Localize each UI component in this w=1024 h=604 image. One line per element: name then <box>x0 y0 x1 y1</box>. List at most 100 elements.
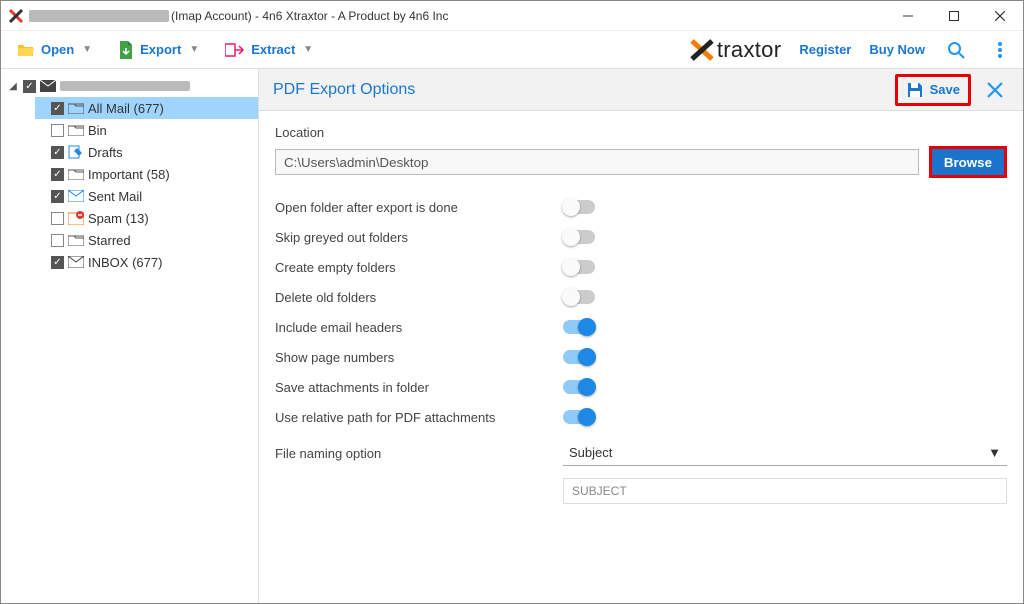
tree-item-label: Important (58) <box>88 167 170 182</box>
mail-icon <box>40 80 56 92</box>
toggle[interactable] <box>563 350 595 364</box>
folder-icon <box>68 102 84 114</box>
sent-icon <box>68 190 84 202</box>
toggle[interactable] <box>563 320 595 334</box>
tree-account-row[interactable]: ◢ ✓ <box>3 75 258 97</box>
window-title: (Imap Account) - 4n6 Xtraxtor - A Produc… <box>171 9 448 23</box>
tree-item-label: INBOX (677) <box>88 255 162 270</box>
panel-header: PDF Export Options Save <box>259 69 1023 111</box>
file-naming-select[interactable]: Subject ▼ <box>563 440 1007 466</box>
file-naming-value: Subject <box>569 445 612 460</box>
caret-down-icon: ▼ <box>988 445 1001 460</box>
tree-item[interactable]: Spam (13) <box>35 207 258 229</box>
option-label: Create empty folders <box>275 260 563 275</box>
tree-item-label: Sent Mail <box>88 189 142 204</box>
toggle[interactable] <box>563 230 595 244</box>
tree-item[interactable]: ✓ Drafts <box>35 141 258 163</box>
maximize-button[interactable] <box>931 1 977 31</box>
option-label: Show page numbers <box>275 350 563 365</box>
panel-close-button[interactable] <box>981 76 1009 104</box>
toggle[interactable] <box>563 260 595 274</box>
export-menu[interactable]: Export ▼ <box>112 37 205 63</box>
checkbox[interactable] <box>51 212 64 225</box>
checkbox[interactable]: ✓ <box>51 146 64 159</box>
folder-icon <box>68 124 84 136</box>
caret-down-icon: ▼ <box>82 44 92 55</box>
option-label: Open folder after export is done <box>275 200 563 215</box>
tree-item-label: All Mail (677) <box>88 101 164 116</box>
folder-tree: ◢ ✓ ✓ All Mail (677) Bin ✓ Drafts ✓ Important … <box>1 69 259 603</box>
checkbox[interactable] <box>51 234 64 247</box>
more-button[interactable] <box>987 37 1013 63</box>
file-naming-preview: SUBJECT <box>563 478 1007 504</box>
option-label: Save attachments in folder <box>275 380 563 395</box>
save-label: Save <box>930 82 960 97</box>
tree-item[interactable]: ✓ All Mail (677) <box>35 97 258 119</box>
option-label: Skip greyed out folders <box>275 230 563 245</box>
settings-panel: Location Browse Open folder after export… <box>259 111 1023 516</box>
tree-item[interactable]: ✓ Important (58) <box>35 163 258 185</box>
brand-text: traxtor <box>717 37 781 63</box>
tree-item[interactable]: ✓ Sent Mail <box>35 185 258 207</box>
buy-now-link[interactable]: Buy Now <box>869 42 925 57</box>
option-row: Use relative path for PDF attachments <box>275 402 1007 432</box>
checkbox[interactable] <box>51 124 64 137</box>
location-input[interactable] <box>275 149 919 175</box>
caret-down-icon: ▼ <box>189 44 199 55</box>
toggle[interactable] <box>563 200 595 214</box>
draft-icon <box>68 145 84 159</box>
location-label: Location <box>275 125 1007 140</box>
checkbox[interactable]: ✓ <box>51 190 64 203</box>
option-row: Skip greyed out folders <box>275 222 1007 252</box>
toggle[interactable] <box>563 380 595 394</box>
option-row: Show page numbers <box>275 342 1007 372</box>
tree-item-label: Bin <box>88 123 107 138</box>
close-window-button[interactable] <box>977 1 1023 31</box>
option-row: Open folder after export is done <box>275 192 1007 222</box>
brand-logo: traxtor <box>690 37 781 63</box>
export-file-icon <box>118 41 134 59</box>
option-row: Include email headers <box>275 312 1007 342</box>
save-icon <box>906 81 924 99</box>
option-label: Delete old folders <box>275 290 563 305</box>
option-row: Create empty folders <box>275 252 1007 282</box>
checkbox[interactable]: ✓ <box>51 102 64 115</box>
extract-label: Extract <box>251 42 295 57</box>
panel-title: PDF Export Options <box>273 81 415 99</box>
open-menu[interactable]: Open ▼ <box>11 38 98 62</box>
export-label: Export <box>140 42 181 57</box>
option-label: Use relative path for PDF attachments <box>275 410 563 425</box>
folder-icon <box>68 168 84 180</box>
checkbox[interactable]: ✓ <box>23 80 36 93</box>
open-label: Open <box>41 42 74 57</box>
titlebar-account-redacted <box>29 10 169 22</box>
collapse-icon[interactable]: ◢ <box>7 81 19 92</box>
browse-button[interactable]: Browse <box>929 146 1007 178</box>
toggle[interactable] <box>563 410 595 424</box>
inbox-icon <box>68 256 84 268</box>
toolbar: Open ▼ Export ▼ Extract ▼ traxtor Regist… <box>1 31 1023 69</box>
checkbox[interactable]: ✓ <box>51 168 64 181</box>
option-label: Include email headers <box>275 320 563 335</box>
extract-icon <box>225 42 245 58</box>
tree-item-label: Spam (13) <box>88 211 149 226</box>
tree-item-label: Drafts <box>88 145 123 160</box>
save-button[interactable]: Save <box>895 74 971 106</box>
extract-menu[interactable]: Extract ▼ <box>219 38 319 62</box>
caret-down-icon: ▼ <box>303 44 313 55</box>
search-button[interactable] <box>943 37 969 63</box>
tree-item[interactable]: ✓ INBOX (677) <box>35 251 258 273</box>
checkbox[interactable]: ✓ <box>51 256 64 269</box>
content: PDF Export Options Save Location Browse … <box>259 69 1023 603</box>
toggle[interactable] <box>563 290 595 304</box>
tree-item[interactable]: Bin <box>35 119 258 141</box>
register-link[interactable]: Register <box>799 42 851 57</box>
minimize-button[interactable] <box>885 1 931 31</box>
option-row: Delete old folders <box>275 282 1007 312</box>
tree-item[interactable]: Starred <box>35 229 258 251</box>
account-name-redacted <box>60 81 190 91</box>
file-naming-label: File naming option <box>275 446 563 461</box>
spam-icon <box>68 211 84 225</box>
folder-open-icon <box>17 42 35 58</box>
tree-item-label: Starred <box>88 233 131 248</box>
